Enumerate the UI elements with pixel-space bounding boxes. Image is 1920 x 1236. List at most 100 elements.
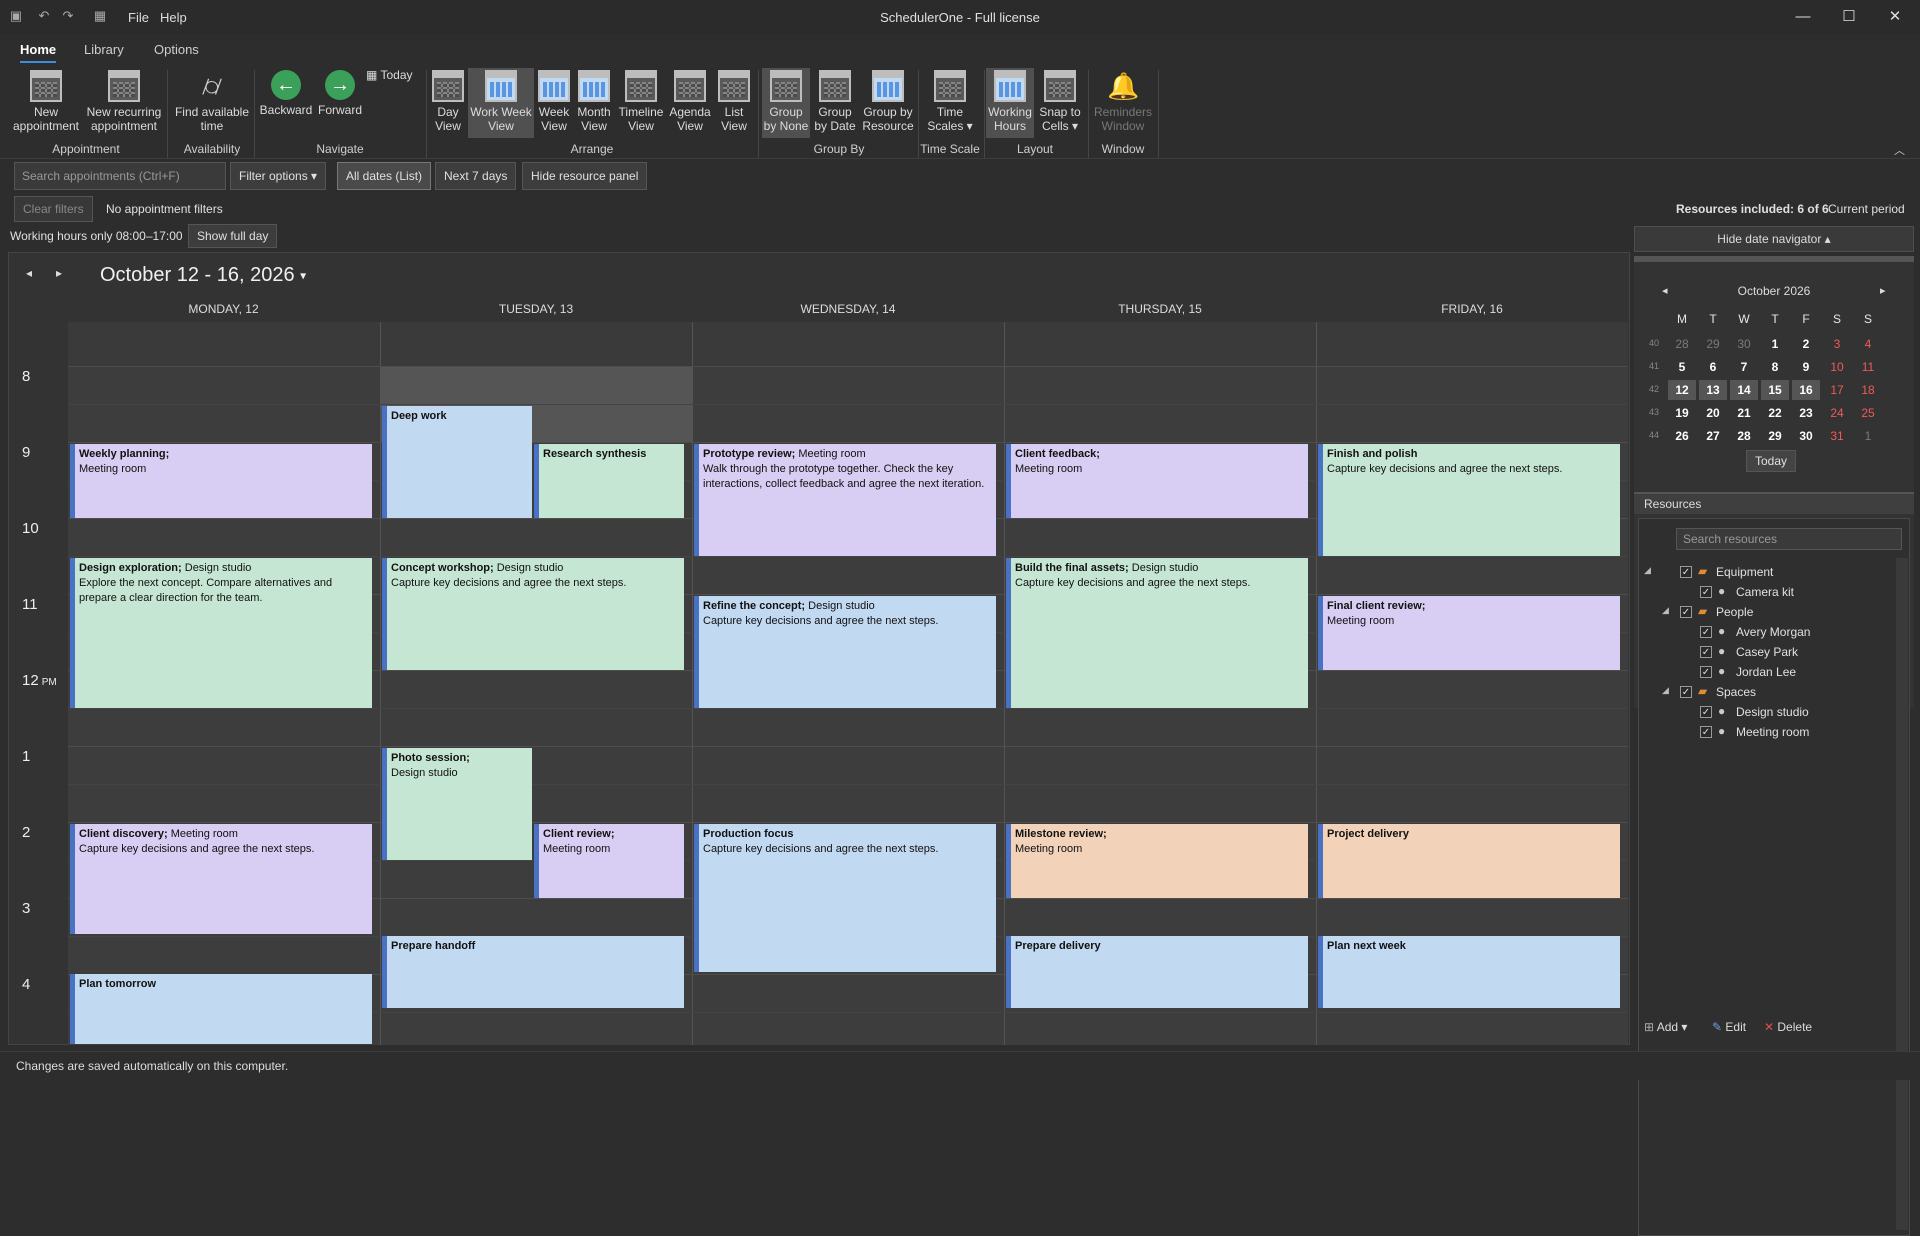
collapse-ribbon-icon[interactable]: ︿ [1894,142,1905,158]
calendar-day[interactable]: 20 [1699,403,1727,423]
resource-label[interactable]: Spaces [1716,685,1756,699]
close-icon[interactable]: ✕ [1872,0,1918,34]
group-by-none-button[interactable]: Group by None [762,68,810,138]
calendar-day[interactable]: 18 [1854,380,1882,400]
backward-button[interactable]: ← Backward [258,68,314,138]
work-week-view-button[interactable]: Work Week View [468,68,534,138]
hide-resource-panel-button[interactable]: Hide resource panel [522,162,648,190]
resource-checkbox[interactable]: ✓ [1700,646,1712,658]
calendar-day[interactable]: 6 [1699,357,1727,377]
calendar-day[interactable]: 5 [1668,357,1696,377]
month-view-button[interactable]: Month View [574,68,614,138]
all-day-area[interactable] [68,322,1628,366]
resource-checkbox[interactable]: ✓ [1700,586,1712,598]
next-period-icon[interactable]: ▸ [56,266,62,280]
hide-date-navigator-button[interactable]: Hide date navigator ▴ [1634,226,1914,252]
tab-home[interactable]: Home [20,42,57,63]
calendar-day[interactable]: 28 [1668,334,1696,354]
resource-label[interactable]: Design studio [1736,705,1809,719]
agenda-view-button[interactable]: Agenda View [668,68,712,138]
maximize-icon[interactable]: ☐ [1826,0,1872,34]
calendar-day[interactable]: 1 [1761,334,1789,354]
resource-checkbox[interactable]: ✓ [1680,606,1692,618]
calendar-day[interactable]: 14 [1730,380,1758,400]
resource-label[interactable]: Camera kit [1736,585,1794,599]
calendar-day[interactable]: 23 [1792,403,1820,423]
expand-icon[interactable]: ◢ [1662,685,1669,696]
working-hours-button[interactable]: Working Hours [986,68,1034,138]
appointment[interactable]: Weekly planning; Meeting room [70,444,372,518]
appointment[interactable]: Photo session; Design studio [382,748,532,860]
minimize-icon[interactable]: — [1780,0,1826,34]
appointment[interactable]: Build the final assets; Design studio Cap… [1006,558,1308,708]
appointment[interactable]: Plan next week [1318,936,1620,1008]
forward-button[interactable]: → Forward [314,68,366,138]
appointment[interactable]: Concept workshop; Design studio Capture k… [382,558,684,670]
search-resources-input[interactable]: Search resources [1676,528,1902,550]
calendar-day[interactable]: 4 [1854,334,1882,354]
next-7-days-button[interactable]: Next 7 days [435,162,517,190]
appointment[interactable]: Client discovery; Meeting room Capture ke… [70,824,372,934]
snap-to-cells-button[interactable]: Snap to Cells ▾ [1036,68,1084,138]
clear-filters-button[interactable]: Clear filters [14,196,93,222]
prev-period-icon[interactable]: ◂ [26,266,32,280]
calendar-day[interactable]: 27 [1699,426,1727,446]
tab-library[interactable]: Library [84,42,124,57]
calendar-day[interactable]: 12 [1668,380,1696,400]
resource-checkbox[interactable]: ✓ [1680,686,1692,698]
calendar-day[interactable]: 2 [1792,334,1820,354]
resource-label[interactable]: People [1716,605,1753,619]
calendar-day[interactable]: 29 [1761,426,1789,446]
calendar-day[interactable]: 21 [1730,403,1758,423]
timeline-view-button[interactable]: Timeline View [616,68,666,138]
resource-label[interactable]: Jordan Lee [1736,665,1796,679]
day-view-button[interactable]: Day View [430,68,466,138]
resource-checkbox[interactable]: ✓ [1680,566,1692,578]
calendar-day[interactable]: 25 [1854,403,1882,423]
appointment[interactable]: Production focus Capture key decisions an… [694,824,996,972]
tab-options[interactable]: Options [154,42,199,57]
appointment[interactable]: Prototype review; Meeting room Walk throu… [694,444,996,556]
appointment[interactable]: Client feedback; Meeting room [1006,444,1308,518]
edit-resource-button[interactable]: ✎ Edit [1712,1020,1746,1034]
group-by-resource-button[interactable]: Group by Resource [860,68,916,138]
calendar-day[interactable]: 9 [1792,357,1820,377]
calendar-day[interactable]: 10 [1823,357,1851,377]
resource-label[interactable]: Casey Park [1736,645,1798,659]
reminders-window-button[interactable]: 🔔 Reminders Window [1092,68,1154,138]
expand-icon[interactable]: ◢ [1662,605,1669,616]
calendar-day[interactable]: 30 [1792,426,1820,446]
calendar-day[interactable]: 31 [1823,426,1851,446]
resource-label[interactable]: Avery Morgan [1736,625,1810,639]
date-range-title[interactable]: October 12 - 16, 2026 ▾ [100,264,306,287]
appointment[interactable]: Finish and polish Capture key decisions a… [1318,444,1620,556]
add-resource-button[interactable]: ⊞ Add ▾ [1644,1020,1687,1034]
appointment[interactable]: Client review; Meeting room [534,824,684,898]
today-button[interactable]: ▦ Today [366,68,422,88]
calendar-day[interactable]: 1 [1854,426,1882,446]
calendar-day[interactable]: 15 [1761,380,1789,400]
nav-next-month-icon[interactable]: ▸ [1880,284,1886,297]
calendar-day[interactable]: 13 [1699,380,1727,400]
navigator-today-button[interactable]: Today [1746,450,1797,472]
calendar-day[interactable]: 17 [1823,380,1851,400]
resource-label[interactable]: Equipment [1716,565,1773,579]
calendar-day[interactable]: 16 [1792,380,1820,400]
calendar-day[interactable]: 26 [1668,426,1696,446]
all-dates-list-button[interactable]: All dates (List) [337,162,432,190]
calendar-day[interactable]: 3 [1823,334,1851,354]
calendar-day[interactable]: 24 [1823,403,1851,423]
calendar-day[interactable]: 8 [1761,357,1789,377]
calendar-day[interactable]: 29 [1699,334,1727,354]
resources-scrollbar[interactable] [1896,558,1908,1230]
appointment[interactable]: Plan tomorrow [70,974,372,1044]
calendar-day[interactable]: 30 [1730,334,1758,354]
appointment[interactable]: Project delivery [1318,824,1620,898]
search-appointments-input[interactable]: Search appointments (Ctrl+F) [14,162,226,190]
show-full-day-button[interactable]: Show full day [188,224,278,248]
appointment[interactable]: Deep work [382,406,532,518]
new-appointment-button[interactable]: New appointment [8,68,84,138]
appointment[interactable]: Prepare delivery [1006,936,1308,1008]
nav-prev-month-icon[interactable]: ◂ [1662,284,1668,297]
calendar-day[interactable]: 11 [1854,357,1882,377]
